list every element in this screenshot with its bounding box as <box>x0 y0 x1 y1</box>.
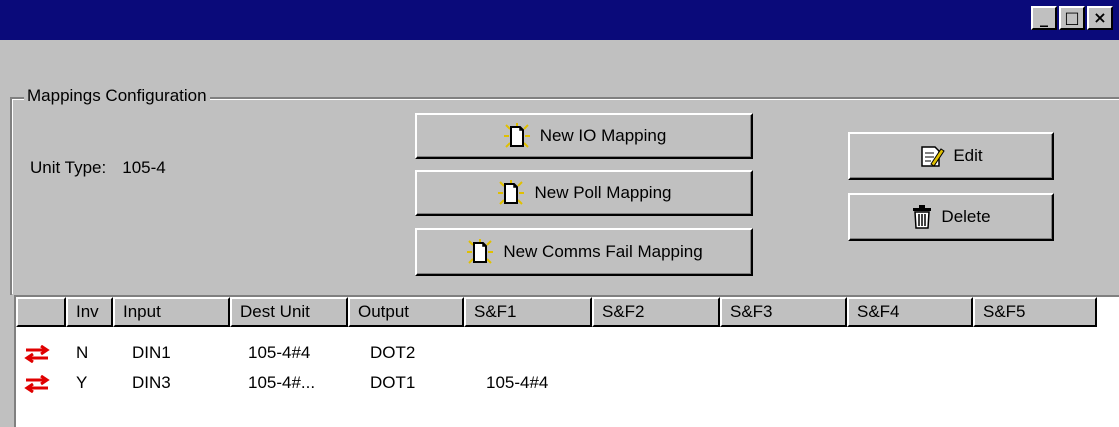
window-controls: _ □ × <box>1029 6 1113 30</box>
cell-output: DOT1 <box>370 373 416 392</box>
new-comms-fail-mapping-button[interactable]: New Comms Fail Mapping <box>415 228 753 276</box>
column-header-dest-unit[interactable]: Dest Unit <box>230 297 348 327</box>
column-header-status[interactable] <box>16 297 66 327</box>
bidirectional-arrows-icon <box>24 344 50 368</box>
minimize-button[interactable]: _ <box>1031 6 1057 30</box>
bidirectional-arrows-icon <box>24 374 50 398</box>
cell-inv: Y <box>76 373 88 392</box>
column-header-sf5[interactable]: S&F5 <box>973 297 1097 327</box>
column-header-sf1[interactable]: S&F1 <box>464 297 592 327</box>
delete-button[interactable]: Delete <box>848 193 1054 241</box>
close-button[interactable]: × <box>1087 6 1113 30</box>
new-io-mapping-button[interactable]: New IO Mapping <box>415 113 753 159</box>
column-header-sf3[interactable]: S&F3 <box>720 297 847 327</box>
column-header-input[interactable]: Input <box>113 297 230 327</box>
unit-type-value: 105-4 <box>122 158 166 177</box>
new-document-icon <box>465 238 495 266</box>
cell-dest-unit: 105-4#... <box>248 373 316 392</box>
new-document-icon <box>502 122 532 150</box>
column-header-output[interactable]: Output <box>348 297 464 327</box>
cell-sf1: 105-4#4 <box>486 373 549 392</box>
column-header-inv[interactable]: Inv <box>66 297 113 327</box>
cell-output: DOT2 <box>370 343 416 362</box>
cell-input: DIN3 <box>132 373 171 392</box>
cell-inv: N <box>76 343 89 362</box>
new-io-mapping-label: New IO Mapping <box>539 126 667 145</box>
cell-dest-unit: 105-4#4 <box>248 343 311 362</box>
unit-type: Unit Type: 105-4 <box>30 158 166 178</box>
trash-can-icon <box>911 205 933 229</box>
column-header-sf4[interactable]: S&F4 <box>847 297 973 327</box>
group-title: Mappings Configuration <box>24 86 210 106</box>
title-bar[interactable]: _ □ × <box>0 0 1119 40</box>
close-icon: × <box>1093 8 1107 27</box>
edit-button[interactable]: Edit <box>848 132 1054 180</box>
new-poll-mapping-label: New Poll Mapping <box>534 183 672 202</box>
new-comms-fail-mapping-label: New Comms Fail Mapping <box>503 242 703 261</box>
column-header-sf2[interactable]: S&F2 <box>592 297 720 327</box>
edit-document-icon <box>919 143 946 169</box>
new-poll-mapping-button[interactable]: New Poll Mapping <box>415 170 753 216</box>
delete-label: Delete <box>941 207 991 226</box>
table-row[interactable]: N DIN1 105-4#4 DOT2 <box>16 339 1116 367</box>
cell-input: DIN1 <box>132 343 171 362</box>
mappings-table[interactable]: Inv Input Dest Unit Output S&F1 S&F2 S&F… <box>14 295 1119 427</box>
minimize-icon: _ <box>1040 8 1048 27</box>
new-document-icon <box>496 179 526 207</box>
table-row[interactable]: Y DIN3 105-4#... DOT1 105-4#4 <box>16 369 1116 397</box>
maximize-button[interactable]: □ <box>1059 6 1085 30</box>
edit-label: Edit <box>953 146 983 165</box>
unit-type-label: Unit Type: <box>30 158 107 177</box>
maximize-icon: □ <box>1064 8 1080 27</box>
table-header: Inv Input Dest Unit Output S&F1 S&F2 S&F… <box>16 297 1097 327</box>
